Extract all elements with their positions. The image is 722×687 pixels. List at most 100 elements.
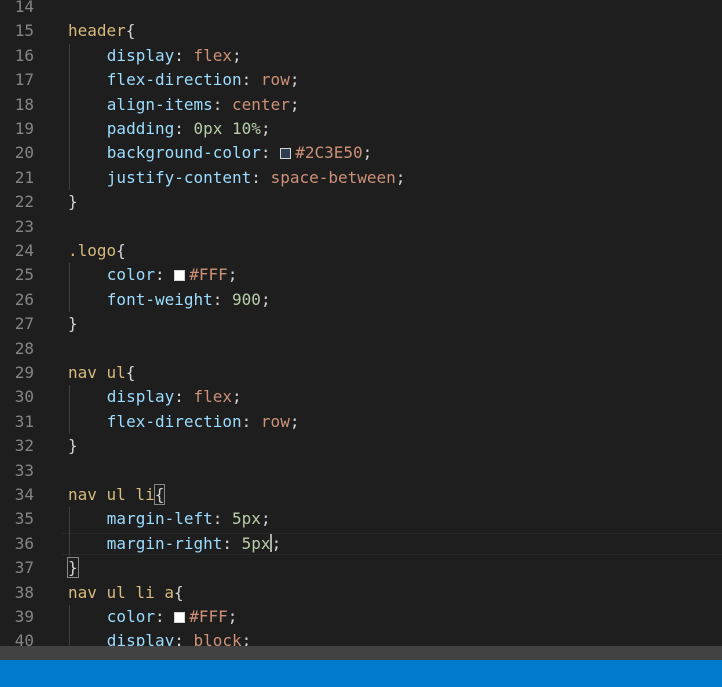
code-line[interactable]: 27} <box>0 312 722 336</box>
colon: : <box>154 265 175 285</box>
colon: : <box>241 411 261 431</box>
line-number: 14 <box>14 0 34 16</box>
code-text: flex-direction: row; <box>107 68 300 92</box>
close-brace: } <box>67 557 79 579</box>
code-text: color: #FFF; <box>107 605 238 629</box>
code-text: font-weight: 900; <box>107 288 271 312</box>
code-line[interactable]: 29 nav ul{ <box>0 361 722 385</box>
colon: : <box>241 70 261 90</box>
css-value: 5px <box>232 509 261 529</box>
colon: : <box>174 119 194 138</box>
code-line[interactable]: 39 color: #FFF; <box>0 605 722 629</box>
semicolon: ; <box>362 143 373 163</box>
colon: : <box>222 533 242 553</box>
code-text: display: flex; <box>107 385 242 409</box>
close-brace: } <box>68 314 78 334</box>
line-number: 36 <box>14 533 34 553</box>
code-text: nav ul{ <box>68 361 135 385</box>
line-number: 27 <box>14 314 34 334</box>
semicolon: ; <box>289 94 300 114</box>
css-value: flex <box>193 387 233 407</box>
code-line[interactable]: 18 align-items: center; <box>0 93 722 117</box>
open-brace: { <box>125 21 136 41</box>
code-text: header{ <box>68 19 135 43</box>
line-number: 29 <box>14 363 34 382</box>
code-line[interactable]: 35 margin-left: 5px; <box>0 507 722 531</box>
close-brace: } <box>68 436 78 456</box>
code-line[interactable]: 15 header{ <box>0 19 722 43</box>
colon: : <box>212 94 233 114</box>
css-property: margin-right <box>106 533 223 553</box>
color-swatch[interactable] <box>174 270 186 282</box>
code-line[interactable]: 24 .logo{ <box>0 239 722 263</box>
code-line[interactable]: 16 display: flex; <box>0 44 722 68</box>
line-number: 39 <box>14 607 34 626</box>
line-number: 26 <box>14 289 34 309</box>
line-number: 28 <box>14 338 34 358</box>
code-text: margin-right: 5px; <box>107 532 281 556</box>
code-line[interactable]: 23 <box>0 215 722 239</box>
horizontal-scrollbar[interactable] <box>0 646 722 660</box>
open-brace: { <box>125 363 136 382</box>
line-number: 16 <box>14 45 34 65</box>
code-text: nav ul li{ <box>68 483 166 507</box>
code-line[interactable]: 37} <box>0 556 722 580</box>
line-number: 23 <box>14 216 34 236</box>
code-text: } <box>68 312 78 336</box>
code-line[interactable]: 31 flex-direction: row; <box>0 410 722 434</box>
css-selector: .logo <box>68 241 117 260</box>
code-line[interactable]: 19 padding: 0px 10%; <box>0 117 722 141</box>
open-brace: { <box>153 484 166 505</box>
code-text: display: flex; <box>107 44 242 68</box>
line-number: 35 <box>14 509 34 529</box>
code-line[interactable]: 21 justify-content: space-between; <box>0 166 722 190</box>
code-line[interactable]: 25 color: #FFF; <box>0 263 722 287</box>
line-number: 19 <box>14 119 34 138</box>
code-text: align-items: center; <box>107 93 300 117</box>
open-brace: { <box>116 241 126 260</box>
code-line[interactable]: 17 flex-direction: row; <box>0 68 722 92</box>
line-number: 25 <box>14 265 34 285</box>
css-property: flex-direction <box>106 70 242 90</box>
semicolon: ; <box>232 45 242 65</box>
line-number: 38 <box>14 582 34 602</box>
css-property: display <box>106 387 175 407</box>
code-line[interactable]: 20 background-color: #2C3E50; <box>0 141 722 165</box>
line-number: 17 <box>14 70 34 90</box>
css-value: flex <box>193 45 233 65</box>
semicolon: ; <box>260 119 271 138</box>
code-text: } <box>67 556 79 580</box>
css-value: 0px 10% <box>193 119 261 138</box>
code-line[interactable]: 38 nav ul li a{ <box>0 581 722 605</box>
code-line[interactable]: 33 <box>0 459 722 483</box>
code-line[interactable]: 22} <box>0 190 722 214</box>
color-swatch[interactable] <box>174 612 186 623</box>
code-line[interactable]: 36 margin-right: 5px; <box>0 532 722 556</box>
semicolon: ; <box>227 607 238 626</box>
css-selector: nav ul li a <box>68 582 174 602</box>
line-number: 34 <box>14 485 34 504</box>
color-swatch[interactable] <box>280 148 292 160</box>
code-line[interactable]: 14 <box>0 0 722 19</box>
css-property: align-items <box>106 94 213 114</box>
line-number: 30 <box>14 387 34 407</box>
line-number: 31 <box>14 411 34 431</box>
line-number: 24 <box>14 241 34 260</box>
code-text: .logo{ <box>68 239 126 263</box>
code-line[interactable]: 32} <box>0 434 722 458</box>
code-editor[interactable]: 14 15 header{16 display: flex; 17 flex-direct… <box>0 0 722 660</box>
line-number: 22 <box>14 192 34 212</box>
close-brace: } <box>68 192 78 212</box>
code-line[interactable]: 26 font-weight: 900; <box>0 288 722 312</box>
code-text: justify-content: space-between; <box>107 166 406 190</box>
css-value: #2C3E50 <box>295 143 363 163</box>
code-line[interactable]: 28 <box>0 337 722 361</box>
colon: : <box>154 607 175 626</box>
code-text: color: #FFF; <box>107 263 238 287</box>
code-line[interactable]: 34 nav ul li{ <box>0 483 722 507</box>
code-line[interactable]: 30 display: flex; <box>0 385 722 409</box>
colon: : <box>251 167 271 187</box>
css-value: #FFF <box>189 607 228 626</box>
code-text: padding: 0px 10%; <box>107 117 271 141</box>
css-value: row <box>260 70 290 90</box>
